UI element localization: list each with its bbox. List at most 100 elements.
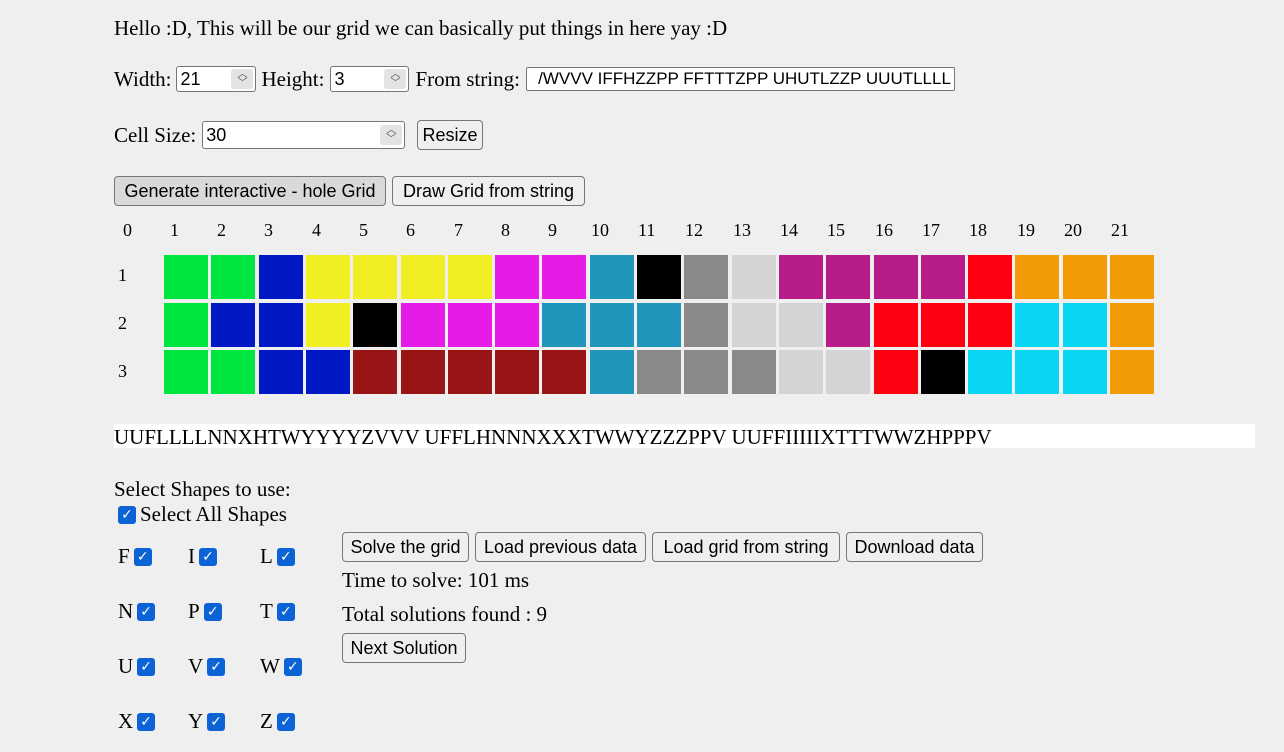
grid-cell[interactable] (353, 303, 398, 347)
grid-cell[interactable] (637, 350, 681, 394)
grid-cell[interactable] (495, 303, 540, 347)
grid-cell[interactable] (1062, 350, 1107, 394)
shape-option-f[interactable]: F ✓ (118, 544, 152, 569)
grid-cell[interactable] (400, 303, 445, 347)
grid-cell[interactable] (968, 350, 1013, 394)
grid-cell[interactable] (920, 255, 965, 299)
grid-cell[interactable] (637, 255, 681, 299)
load-previous-data-button[interactable]: Load previous data (475, 532, 646, 562)
grid-cell[interactable] (542, 350, 587, 394)
grid-cell[interactable] (589, 255, 634, 299)
grid-cell[interactable] (1062, 303, 1107, 347)
grid-cell[interactable] (164, 255, 208, 299)
grid-cell[interactable] (305, 350, 350, 394)
grid-cell[interactable] (1110, 255, 1154, 299)
grid-cell[interactable] (211, 350, 256, 394)
grid-cell[interactable] (920, 350, 965, 394)
grid-cell[interactable] (305, 255, 350, 299)
load-grid-from-string-button[interactable]: Load grid from string (652, 532, 840, 562)
grid-cell[interactable] (447, 350, 492, 394)
grid-cell[interactable] (447, 303, 492, 347)
grid-cell[interactable] (1015, 303, 1060, 347)
shape-option-x[interactable]: X ✓ (118, 709, 156, 734)
grid-cell[interactable] (589, 350, 634, 394)
from-string-input[interactable]: /WVVV IFFHZZPP FFTTTZPP UHUTLZZP UUUTLLL… (525, 67, 955, 91)
grid-cell[interactable] (778, 303, 823, 347)
checkbox-checked-icon[interactable]: ✓ (137, 712, 156, 731)
grid-cell[interactable] (968, 303, 1013, 347)
shape-option-n[interactable]: N ✓ (118, 599, 156, 624)
shape-option-p[interactable]: P ✓ (188, 599, 222, 624)
shape-option-v[interactable]: V ✓ (188, 654, 226, 679)
grid-cell[interactable] (258, 303, 303, 347)
cell-size-input[interactable]: 30 ︿ ﹀ (202, 121, 406, 149)
grid-cell[interactable] (258, 255, 303, 299)
spinner-arrows-icon[interactable]: ︿ ﹀ (231, 69, 254, 89)
grid-cell[interactable] (1062, 255, 1107, 299)
grid-cell[interactable] (1110, 303, 1154, 347)
spinner-arrows-icon[interactable]: ︿ ﹀ (384, 69, 407, 89)
shape-option-t[interactable]: T ✓ (260, 599, 295, 624)
grid-cell[interactable] (495, 255, 540, 299)
grid-cell[interactable] (542, 255, 587, 299)
grid-cell[interactable] (778, 350, 823, 394)
grid-cell[interactable] (1015, 255, 1060, 299)
checkbox-checked-icon[interactable]: ✓ (207, 657, 226, 676)
shape-option-i[interactable]: I ✓ (188, 544, 217, 569)
grid-cell[interactable] (826, 350, 871, 394)
grid-cell[interactable] (211, 303, 256, 347)
checkbox-checked-icon[interactable]: ✓ (137, 657, 156, 676)
next-solution-button[interactable]: Next Solution (342, 633, 466, 663)
grid-cell[interactable] (684, 303, 729, 347)
grid-cell[interactable] (684, 350, 729, 394)
grid-cell[interactable] (400, 350, 445, 394)
grid-cell[interactable] (1110, 350, 1154, 394)
grid-cell[interactable] (495, 350, 540, 394)
grid-cell[interactable] (164, 350, 208, 394)
generate-grid-button[interactable]: Generate interactive - hole Grid (114, 176, 386, 206)
shape-option-y[interactable]: Y ✓ (188, 709, 226, 734)
grid-cell[interactable] (778, 255, 823, 299)
checkbox-checked-icon[interactable]: ✓ (276, 547, 295, 566)
shape-option-z[interactable]: Z ✓ (260, 709, 295, 734)
checkbox-checked-icon[interactable]: ✓ (137, 602, 156, 621)
grid-cell[interactable] (589, 303, 634, 347)
checkbox-checked-icon[interactable]: ✓ (118, 505, 136, 524)
grid-cell[interactable] (731, 303, 776, 347)
checkbox-checked-icon[interactable]: ✓ (199, 547, 217, 566)
spinner-arrows-icon[interactable]: ︿ ﹀ (380, 125, 403, 145)
grid-cell[interactable] (826, 303, 871, 347)
grid-cell[interactable] (258, 350, 303, 394)
grid-cell[interactable] (353, 255, 398, 299)
resize-button[interactable]: Resize (417, 120, 483, 150)
checkbox-checked-icon[interactable]: ✓ (276, 712, 295, 731)
grid-cell[interactable] (164, 303, 208, 347)
shape-option-w[interactable]: W ✓ (260, 654, 302, 679)
grid-cell[interactable] (211, 255, 256, 299)
grid-cell[interactable] (400, 255, 445, 299)
width-input[interactable]: 21 ︿ ﹀ (176, 66, 257, 92)
grid-cell[interactable] (731, 255, 776, 299)
grid-cell[interactable] (826, 255, 871, 299)
checkbox-checked-icon[interactable]: ✓ (283, 657, 302, 676)
select-all-shapes[interactable]: ✓ Select All Shapes (118, 502, 287, 527)
grid-cell[interactable] (684, 255, 729, 299)
shape-option-u[interactable]: U ✓ (118, 654, 156, 679)
grid-cell[interactable] (542, 303, 587, 347)
shape-option-l[interactable]: L ✓ (260, 544, 295, 569)
grid-cell[interactable] (447, 255, 492, 299)
download-data-button[interactable]: Download data (846, 532, 983, 562)
height-input[interactable]: 3 ︿ ﹀ (330, 66, 410, 92)
grid-cell[interactable] (353, 350, 398, 394)
grid-cell[interactable] (637, 303, 681, 347)
checkbox-checked-icon[interactable]: ✓ (207, 712, 226, 731)
grid-cell[interactable] (305, 303, 350, 347)
grid-cell[interactable] (873, 350, 918, 394)
draw-grid-button[interactable]: Draw Grid from string (392, 176, 585, 206)
grid-cell[interactable] (1015, 350, 1060, 394)
checkbox-checked-icon[interactable]: ✓ (203, 602, 222, 621)
checkbox-checked-icon[interactable]: ✓ (133, 547, 152, 566)
solve-grid-button[interactable]: Solve the grid (342, 532, 469, 562)
grid-cell[interactable] (873, 255, 918, 299)
checkbox-checked-icon[interactable]: ✓ (276, 602, 295, 621)
